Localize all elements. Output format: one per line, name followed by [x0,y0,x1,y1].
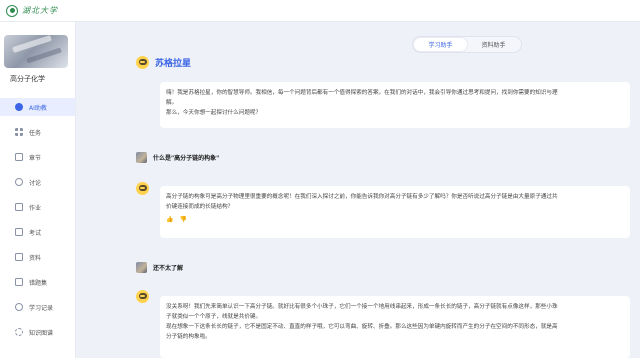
message-text: 分子链的构象啦。 [166,334,211,340]
sidebar-item-label: 学习记录 [29,304,54,312]
sidebar-item-label: 考试 [29,229,42,237]
university-logo-icon [6,4,18,17]
sidebar-item-study-record[interactable]: 学习记录 [0,298,75,316]
message-text: 价键连接而成的长链结构？ [166,204,234,210]
discussion-icon [15,178,23,186]
materials-icon [15,253,23,261]
user-message-2: 还不太了解 [136,262,183,273]
sidebar-item-label: 讨论 [29,179,42,187]
sidebar-item-materials[interactable]: 资料 [0,248,75,266]
sidebar-item-homework[interactable]: 作业 [0,198,75,216]
bot-avatar-icon [136,56,149,69]
bot-message-intro: 嗨！我是苏格拉星，你的智慧导师。我相信，每一个问题背后都有一个值得探索的答案。在… [160,82,630,128]
tab-study-assistant[interactable]: 学习助手 [414,38,467,51]
bot-message-reply-1: 高分子链的构象可是高分子物理里很重要的概念呢！在我们深入探讨之前，你能告诉我你对… [160,186,630,238]
user-message-1: 什么是"高分子链的构象" [136,152,219,163]
chapter-icon [15,153,23,161]
ai-assistant-icon [15,103,23,111]
sidebar-item-label: 错题集 [29,279,48,287]
course-title: 高分子化学 [10,75,45,83]
thumbs-up-icon[interactable]: 👍 [166,215,173,225]
sidebar-item-exam[interactable]: 考试 [0,223,75,241]
mistakes-icon [15,278,23,286]
sidebar: 高分子化学 AI助教 任务 章节 讨论 作业 考试 资料 错题集 学习记录 知识… [0,22,76,358]
exam-icon [15,228,23,236]
top-bar: 湖北大学 [0,0,640,22]
bot-avatar-icon [136,290,149,303]
chat-main: 学习助手 资料助手 苏格拉星 嗨！我是苏格拉星，你的智慧导师。我相信，每一个问题… [76,22,640,358]
sidebar-item-label: 章节 [29,154,42,162]
homework-icon [15,203,23,211]
sidebar-item-label: AI助教 [29,104,47,112]
user-avatar [136,262,147,273]
user-message-text: 还不太了解 [153,265,184,272]
sidebar-item-mistakes[interactable]: 错题集 [0,273,75,291]
university-logo-text: 湖北大学 [22,6,58,15]
message-feedback: 👍 👎 [166,215,624,225]
sidebar-item-discussion[interactable]: 讨论 [0,173,75,191]
message-text: 解。 [166,100,178,106]
sidebar-item-label: 作业 [29,204,42,212]
message-text: 那么，今天你想一起探讨什么问题呢？ [166,110,262,116]
assistant-toggle: 学习助手 资料助手 [412,36,522,53]
agent-header: 苏格拉星 [136,56,191,69]
user-message-text: 什么是"高分子链的构象" [153,155,220,162]
sidebar-item-label: 知识图谱 [29,329,54,337]
sidebar-item-chapter[interactable]: 章节 [0,148,75,166]
message-text: 高分子链的构象可是高分子物理里很重要的概念呢！在我们深入探讨之前，你能告诉我你对… [166,194,558,200]
sidebar-item-task[interactable]: 任务 [0,123,75,141]
study-record-icon [15,303,23,311]
bot-message-reply-2: 没关系呀！我们先来简单认识一下高分子链。就好比有很多个小珠子，它们一个接一个地用… [160,296,630,358]
knowledge-graph-icon [15,328,23,336]
sidebar-item-ai-assistant[interactable]: AI助教 [0,98,75,116]
message-text: 没关系呀！我们先来简单认识一下高分子链。就好比有很多个小珠子，它们一个接一个地用… [166,304,558,310]
message-text: 现在想象一下这条长长的链子，它不是固定不动、直直的样子哦，它可以弯曲、旋转、折叠… [166,324,558,330]
message-text: 子就类似一个个原子，线就是共价键。 [166,314,262,320]
message-text: 嗨！我是苏格拉星，你的智慧导师。我相信，每一个问题背后都有一个值得探索的答案。在… [166,90,558,96]
thumbs-down-icon[interactable]: 👎 [179,215,186,225]
tab-practice-assistant[interactable]: 资料助手 [467,38,520,51]
agent-name: 苏格拉星 [155,59,192,69]
user-avatar [136,152,147,163]
sidebar-item-label: 任务 [29,129,42,137]
bot-avatar-icon [136,182,149,195]
course-cover-image[interactable] [4,35,68,68]
task-grid-icon [15,128,23,136]
sidebar-item-label: 资料 [29,254,42,262]
sidebar-item-knowledge-graph[interactable]: 知识图谱 [0,323,75,341]
